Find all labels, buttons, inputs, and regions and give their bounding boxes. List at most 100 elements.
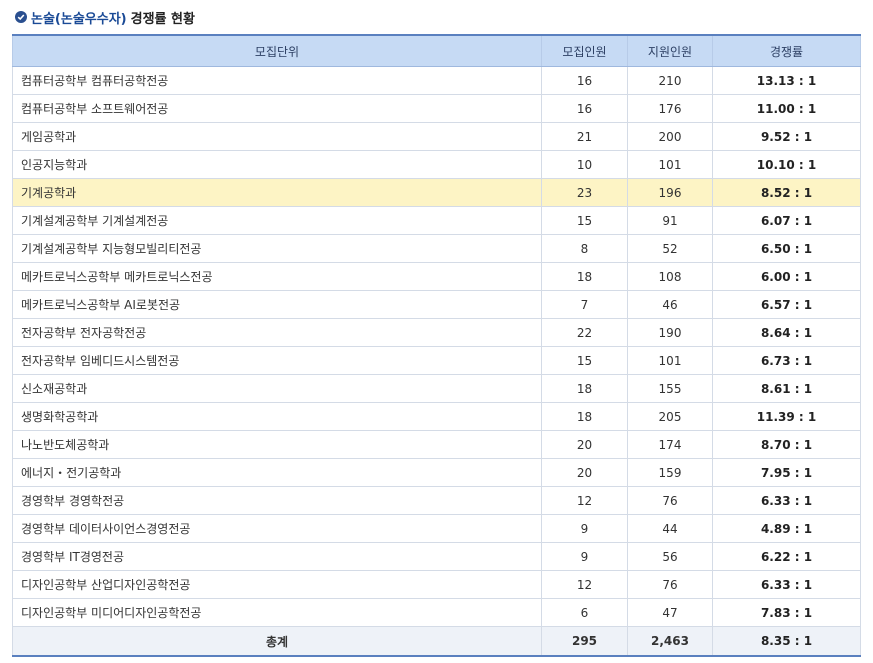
ratio-cell: 6.07 : 1: [712, 206, 861, 235]
department-cell: 디자인공학부 산업디자인공학전공: [12, 570, 542, 599]
section-title: 논술(논술우수자) 경쟁률 현황: [15, 8, 195, 27]
department-cell: 기계설계공학부 지능형모빌리티전공: [12, 234, 542, 263]
table-row: 컴퓨터공학부 소프트웨어전공 16 176 11.00 : 1: [12, 94, 861, 123]
department-cell: 컴퓨터공학부 컴퓨터공학전공: [12, 66, 542, 95]
ratio-cell: 8.35 : 1: [712, 626, 861, 657]
applicants-cell: 91: [627, 206, 713, 235]
department-cell: 기계설계공학부 기계설계전공: [12, 206, 542, 235]
ratio-cell: 6.57 : 1: [712, 290, 861, 319]
quota-cell: 6: [541, 598, 628, 627]
department-cell: 전자공학부 임베디드시스템전공: [12, 346, 542, 375]
department-cell: 메카트로닉스공학부 메카트로닉스전공: [12, 262, 542, 291]
competition-table-container: 모집단위 모집인원 지원인원 경쟁률 컴퓨터공학부 컴퓨터공학전공 16 210 13…: [12, 34, 861, 657]
table-header-row: 모집단위 모집인원 지원인원 경쟁률: [12, 34, 861, 67]
ratio-cell: 6.50 : 1: [712, 234, 861, 263]
applicants-cell: 176: [627, 94, 713, 123]
quota-cell: 23: [541, 178, 628, 207]
applicants-cell: 76: [627, 486, 713, 515]
department-cell: 에너지・전기공학과: [12, 458, 542, 487]
ratio-cell: 7.95 : 1: [712, 458, 861, 487]
department-cell: 게임공학과: [12, 122, 542, 151]
quota-cell: 22: [541, 318, 628, 347]
competition-table: 모집단위 모집인원 지원인원 경쟁률 컴퓨터공학부 컴퓨터공학전공 16 210 13…: [12, 34, 861, 657]
applicants-cell: 159: [627, 458, 713, 487]
applicants-cell: 196: [627, 178, 713, 207]
quota-cell: 7: [541, 290, 628, 319]
applicants-cell: 56: [627, 542, 713, 571]
table-row: 게임공학과 21 200 9.52 : 1: [12, 122, 861, 151]
ratio-cell: 8.64 : 1: [712, 318, 861, 347]
department-cell: 나노반도체공학과: [12, 430, 542, 459]
applicants-cell: 76: [627, 570, 713, 599]
table-row: 경영학부 경영학전공 12 76 6.33 : 1: [12, 486, 861, 515]
header-applicants: 지원인원: [627, 34, 713, 67]
ratio-cell: 6.22 : 1: [712, 542, 861, 571]
quota-cell: 8: [541, 234, 628, 263]
table-row: 디자인공학부 산업디자인공학전공 12 76 6.33 : 1: [12, 570, 861, 599]
ratio-cell: 8.52 : 1: [712, 178, 861, 207]
applicants-cell: 44: [627, 514, 713, 543]
table-row: 경영학부 IT경영전공 9 56 6.22 : 1: [12, 542, 861, 571]
applicants-cell: 210: [627, 66, 713, 95]
quota-cell: 9: [541, 514, 628, 543]
ratio-cell: 10.10 : 1: [712, 150, 861, 179]
ratio-cell: 11.00 : 1: [712, 94, 861, 123]
quota-cell: 16: [541, 66, 628, 95]
department-cell: 경영학부 경영학전공: [12, 486, 542, 515]
ratio-cell: 8.61 : 1: [712, 374, 861, 403]
quota-cell: 10: [541, 150, 628, 179]
applicants-cell: 52: [627, 234, 713, 263]
ratio-cell: 13.13 : 1: [712, 66, 861, 95]
applicants-cell: 205: [627, 402, 713, 431]
applicants-cell: 101: [627, 346, 713, 375]
department-cell: 디자인공학부 미디어디자인공학전공: [12, 598, 542, 627]
quota-cell: 18: [541, 374, 628, 403]
quota-cell: 18: [541, 262, 628, 291]
table-row: 메카트로닉스공학부 메카트로닉스전공 18 108 6.00 : 1: [12, 262, 861, 291]
table-row: 인공지능학과 10 101 10.10 : 1: [12, 150, 861, 179]
applicants-cell: 47: [627, 598, 713, 627]
header-department: 모집단위: [12, 34, 542, 67]
applicants-cell: 46: [627, 290, 713, 319]
quota-cell: 12: [541, 486, 628, 515]
department-cell: 경영학부 데이터사이언스경영전공: [12, 514, 542, 543]
ratio-cell: 6.73 : 1: [712, 346, 861, 375]
header-ratio: 경쟁률: [712, 34, 861, 67]
table-row: 기계설계공학부 기계설계전공 15 91 6.07 : 1: [12, 206, 861, 235]
quota-cell: 18: [541, 402, 628, 431]
table-row: 컴퓨터공학부 컴퓨터공학전공 16 210 13.13 : 1: [12, 66, 861, 95]
applicants-cell: 200: [627, 122, 713, 151]
ratio-cell: 7.83 : 1: [712, 598, 861, 627]
department-cell: 메카트로닉스공학부 AI로봇전공: [12, 290, 542, 319]
table-total-row: 총계 295 2,463 8.35 : 1: [12, 626, 861, 657]
table-row: 디자인공학부 미디어디자인공학전공 6 47 7.83 : 1: [12, 598, 861, 627]
ratio-cell: 6.33 : 1: [712, 570, 861, 599]
department-cell: 기계공학과: [12, 178, 542, 207]
table-row: 경영학부 데이터사이언스경영전공 9 44 4.89 : 1: [12, 514, 861, 543]
applicants-cell: 174: [627, 430, 713, 459]
quota-cell: 16: [541, 94, 628, 123]
applicants-cell: 108: [627, 262, 713, 291]
table-row: 에너지・전기공학과 20 159 7.95 : 1: [12, 458, 861, 487]
quota-cell: 12: [541, 570, 628, 599]
applicants-cell: 2,463: [627, 626, 713, 657]
ratio-cell: 8.70 : 1: [712, 430, 861, 459]
ratio-cell: 11.39 : 1: [712, 402, 861, 431]
section-title-prefix: 논술(논술우수자): [31, 11, 127, 27]
table-row: 신소재공학과 18 155 8.61 : 1: [12, 374, 861, 403]
header-quota: 모집인원: [541, 34, 628, 67]
applicants-cell: 155: [627, 374, 713, 403]
quota-cell: 9: [541, 542, 628, 571]
quota-cell: 15: [541, 206, 628, 235]
quota-cell: 295: [541, 626, 628, 657]
department-cell: 컴퓨터공학부 소프트웨어전공: [12, 94, 542, 123]
quota-cell: 21: [541, 122, 628, 151]
department-cell: 인공지능학과: [12, 150, 542, 179]
table-row: 나노반도체공학과 20 174 8.70 : 1: [12, 430, 861, 459]
table-row: 메카트로닉스공학부 AI로봇전공 7 46 6.57 : 1: [12, 290, 861, 319]
ratio-cell: 6.00 : 1: [712, 262, 861, 291]
table-row: 생명화학공학과 18 205 11.39 : 1: [12, 402, 861, 431]
check-circle-icon: [15, 11, 27, 23]
quota-cell: 20: [541, 458, 628, 487]
applicants-cell: 190: [627, 318, 713, 347]
